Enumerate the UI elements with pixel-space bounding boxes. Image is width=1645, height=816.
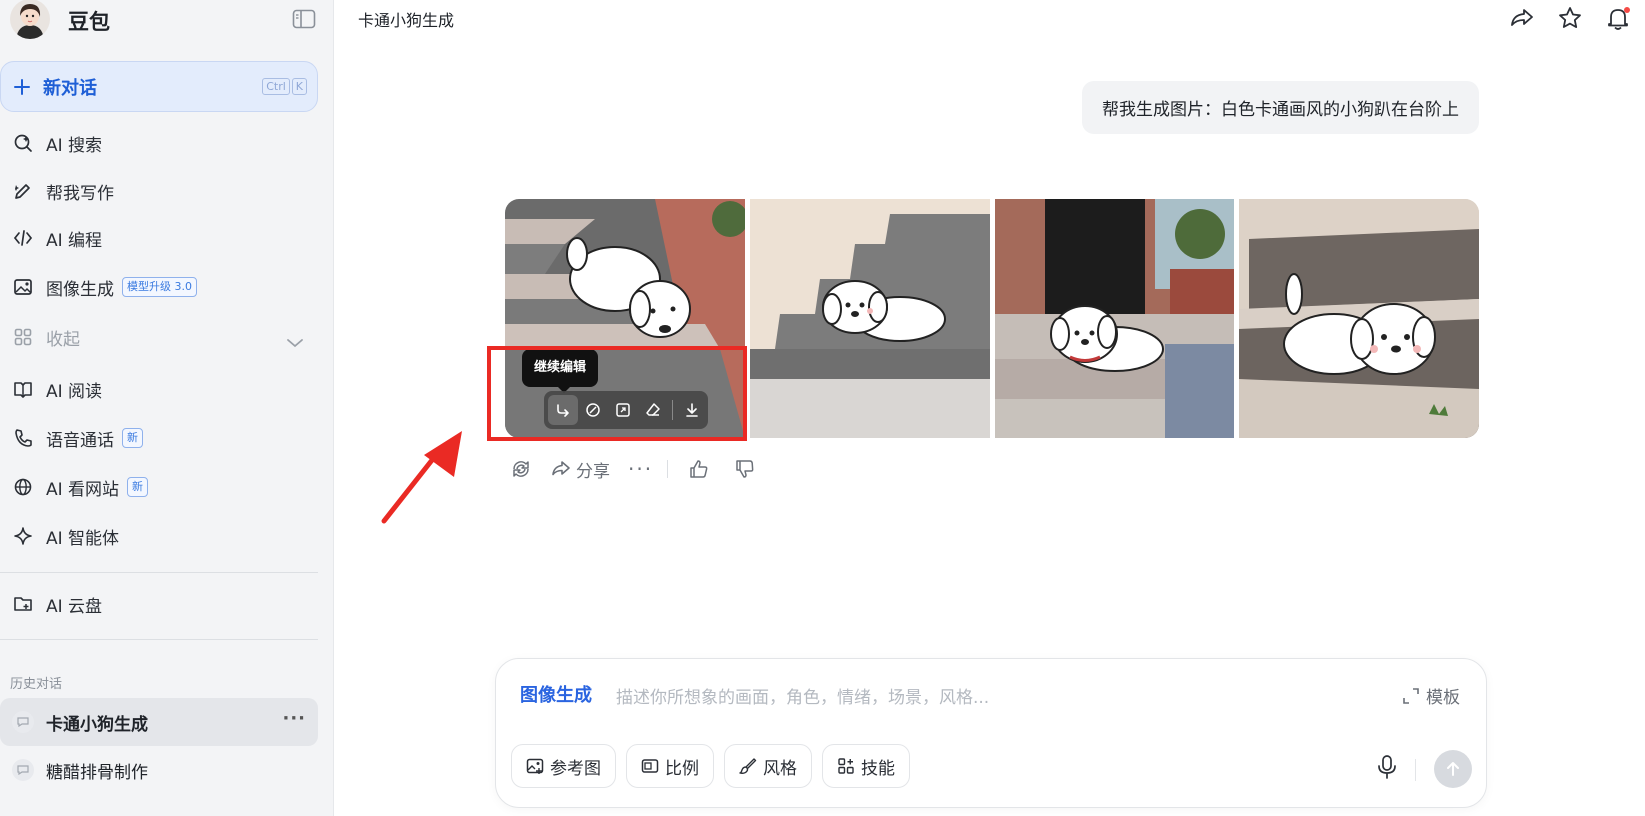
new-chat-label: 新对话	[43, 77, 97, 99]
pen-icon	[12, 180, 34, 202]
history-item-label: 卡通小狗生成	[46, 714, 148, 735]
sidebar-item-label: 图像生成	[46, 279, 114, 300]
chip-label: 参考图	[550, 758, 601, 779]
image-icon	[12, 276, 34, 298]
code-icon	[12, 227, 34, 249]
sidebar-item-label: AI 阅读	[46, 381, 103, 402]
reference-image-button[interactable]: 参考图	[511, 744, 616, 788]
brush-icon	[739, 758, 757, 774]
shortcut-key: K	[291, 78, 307, 95]
skills-button[interactable]: 技能	[822, 744, 910, 788]
generated-image[interactable]	[1239, 199, 1479, 438]
cloud-drive-icon	[12, 593, 34, 615]
expand-icon	[1403, 687, 1419, 704]
conversation-title: 卡通小狗生成	[358, 11, 455, 30]
chip-label: 比例	[665, 758, 699, 779]
input-chips: 参考图 比例 风格 技能	[511, 744, 910, 788]
template-button[interactable]: 模板	[1402, 683, 1460, 708]
history-item[interactable]: 卡通小狗生成 ···	[0, 698, 318, 746]
send-button[interactable]	[1434, 750, 1472, 788]
sidebar-item-agents[interactable]: AI 智能体	[12, 521, 119, 551]
new-chat-button[interactable]: 新对话 Ctrl K	[0, 61, 318, 112]
sidebar-item-label: AI 看网站	[46, 479, 120, 500]
model-upgrade-badge: 模型升级 3.0	[122, 277, 197, 297]
mode-tag[interactable]: 图像生成	[520, 681, 592, 707]
shortcut-hint: Ctrl K	[262, 78, 307, 95]
template-label: 模板	[1426, 688, 1460, 708]
sidebar-item-voice-call[interactable]: 语音通话 新	[12, 423, 143, 453]
more-icon[interactable]: ···	[282, 708, 306, 729]
sidebar-item-image-gen[interactable]: 图像生成 模型升级 3.0	[12, 272, 197, 302]
red-arrow	[378, 425, 468, 525]
top-actions	[1509, 5, 1631, 31]
generated-image[interactable]	[749, 199, 990, 438]
skills-icon	[838, 758, 854, 774]
bell-icon[interactable]	[1605, 5, 1631, 31]
sidebar-item-ai-search[interactable]: AI 搜索	[12, 128, 102, 158]
sidebar-item-collapse[interactable]: 收起	[12, 322, 80, 352]
thumbs-up-icon[interactable]	[688, 458, 710, 480]
sidebar-item-cloud-drive[interactable]: AI 云盘	[12, 589, 102, 619]
sidebar-item-label: AI 云盘	[46, 596, 103, 617]
history-item[interactable]: 糖醋排骨制作	[0, 746, 318, 794]
sidebar-item-reading[interactable]: AI 阅读	[12, 374, 102, 404]
sidebar-item-label: AI 编程	[46, 230, 103, 251]
history-item-label: 糖醋排骨制作	[46, 762, 148, 783]
generated-image[interactable]	[994, 199, 1235, 438]
input-separator	[1415, 759, 1416, 781]
ratio-icon	[641, 759, 659, 773]
search-icon	[12, 132, 34, 154]
share-icon[interactable]	[1509, 5, 1535, 31]
ratio-button[interactable]: 比例	[626, 744, 714, 788]
arrow-up-icon	[1447, 762, 1459, 776]
response-actions: 分享 ···	[510, 457, 756, 482]
divider	[0, 639, 318, 640]
microphone-icon[interactable]	[1376, 754, 1398, 780]
prompt-input-box[interactable]: 图像生成 描述你所想象的画面，角色，情绪，场景，风格... 模板 参考图 比例 …	[495, 658, 1487, 808]
action-separator	[667, 460, 669, 478]
chat-bubble-icon	[12, 759, 34, 781]
sidebar-item-label: 语音通话	[46, 430, 114, 451]
phone-icon	[12, 427, 34, 449]
chip-label: 技能	[861, 758, 895, 779]
more-actions-icon[interactable]: ···	[628, 457, 653, 481]
share-button[interactable]: 分享	[550, 457, 610, 482]
highlight-box	[487, 346, 747, 441]
star-icon[interactable]	[1557, 5, 1583, 31]
sidebar-item-writing[interactable]: 帮我写作	[12, 176, 114, 206]
plus-icon	[13, 78, 31, 96]
notification-dot	[1624, 7, 1630, 13]
sidebar-item-label: AI 智能体	[46, 528, 120, 549]
style-button[interactable]: 风格	[724, 744, 812, 788]
avatar	[10, 0, 50, 39]
globe-icon	[12, 476, 34, 498]
book-icon	[12, 378, 34, 400]
image-ref-icon	[526, 758, 544, 774]
sparkle-icon	[12, 525, 34, 547]
new-badge: 新	[122, 428, 143, 448]
sidebar-item-label: AI 搜索	[46, 135, 103, 156]
sidebar-toggle-icon[interactable]	[292, 9, 316, 29]
apps-icon	[12, 326, 34, 348]
shortcut-key: Ctrl	[262, 78, 290, 95]
thumbs-down-icon[interactable]	[734, 458, 756, 480]
brand[interactable]: 豆包	[10, 0, 110, 42]
divider	[0, 572, 318, 573]
sidebar: 豆包 新对话 Ctrl K AI 搜索 帮我写作 AI 编程 图像生成 模型升级…	[0, 0, 334, 816]
prompt-input[interactable]: 描述你所想象的画面，角色，情绪，场景，风格...	[616, 683, 989, 708]
sidebar-item-label: 收起	[46, 329, 80, 350]
regenerate-icon[interactable]	[510, 458, 532, 480]
sidebar-item-label: 帮我写作	[46, 183, 114, 204]
sidebar-item-web[interactable]: AI 看网站 新	[12, 472, 149, 502]
user-message: 帮我生成图片：白色卡通画风的小狗趴在台阶上	[1082, 81, 1479, 134]
chat-bubble-icon	[12, 711, 34, 733]
history-title: 历史对话	[10, 677, 63, 692]
chip-label: 风格	[763, 758, 797, 779]
new-badge: 新	[127, 477, 149, 497]
sidebar-item-coding[interactable]: AI 编程	[12, 223, 102, 253]
app-name: 豆包	[68, 10, 110, 34]
share-label: 分享	[576, 461, 610, 482]
chevron-up-icon[interactable]	[286, 337, 304, 349]
